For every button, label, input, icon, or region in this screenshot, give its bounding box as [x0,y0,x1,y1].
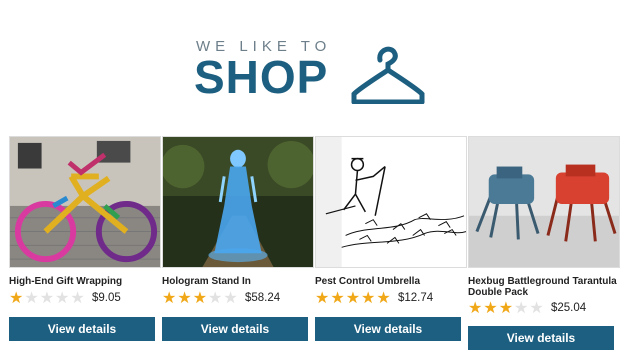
product-rating: ★★★★★ $25.04 [468,300,620,316]
star-empty-icon: ★ [24,288,39,307]
star-rating: ★★★★★ [9,290,86,308]
product-card: Pest Control Umbrella ★★★★★ $12.74 View … [315,136,467,351]
product-title[interactable]: High-End Gift Wrapping [9,276,161,287]
product-card: High-End Gift Wrapping ★★★★★ $9.05 View … [9,136,161,351]
view-details-button[interactable]: View details [315,317,461,341]
star-filled-icon: ★ [483,298,498,317]
view-details-button[interactable]: View details [162,317,308,341]
product-price: $58.24 [245,292,281,304]
star-empty-icon: ★ [39,288,55,307]
star-rating: ★★★★★ [315,290,392,308]
star-filled-icon: ★ [361,288,376,307]
star-empty-icon: ★ [514,298,529,317]
logo-wordmark: SHOP [194,51,329,103]
product-rating: ★★★★★ $58.24 [162,290,314,306]
star-filled-icon: ★ [376,288,391,307]
star-empty-icon: ★ [70,288,85,307]
product-image-hologram[interactable] [162,136,314,268]
hanger-icon [351,46,425,104]
product-rating: ★★★★★ $12.74 [315,290,467,306]
star-empty-icon: ★ [223,288,238,307]
product-image-umbrella[interactable] [315,136,467,268]
star-filled-icon: ★ [177,288,192,307]
star-filled-icon: ★ [468,298,483,317]
star-filled-icon: ★ [498,298,514,317]
product-title[interactable]: Hologram Stand In [162,276,314,287]
product-title[interactable]: Pest Control Umbrella [315,276,467,287]
product-price: $9.05 [92,292,121,304]
star-filled-icon: ★ [345,288,361,307]
site-logo[interactable]: WE LIKE TO SHOP [194,36,434,106]
star-empty-icon: ★ [55,288,70,307]
star-filled-icon: ★ [315,288,330,307]
product-card: Hexbug Battleground Tarantula Double Pac… [468,136,620,351]
view-details-button[interactable]: View details [9,317,155,341]
star-filled-icon: ★ [330,288,345,307]
product-card: Hologram Stand In ★★★★★ $58.24 View deta… [162,136,314,351]
product-image-yarn-bicycle[interactable] [9,136,161,268]
product-image-robot-spiders[interactable] [468,136,620,268]
star-rating: ★★★★★ [468,300,545,318]
star-filled-icon: ★ [9,288,24,307]
star-empty-icon: ★ [529,298,544,317]
product-title[interactable]: Hexbug Battleground Tarantula Double Pac… [468,276,620,298]
star-filled-icon: ★ [162,288,177,307]
star-rating: ★★★★★ [162,290,239,308]
product-price: $12.74 [398,292,434,304]
product-rating: ★★★★★ $9.05 [9,290,161,306]
view-details-button[interactable]: View details [468,326,614,350]
product-price: $25.04 [551,302,587,314]
star-empty-icon: ★ [208,288,223,307]
star-filled-icon: ★ [192,288,208,307]
product-grid: High-End Gift Wrapping ★★★★★ $9.05 View … [0,136,624,355]
